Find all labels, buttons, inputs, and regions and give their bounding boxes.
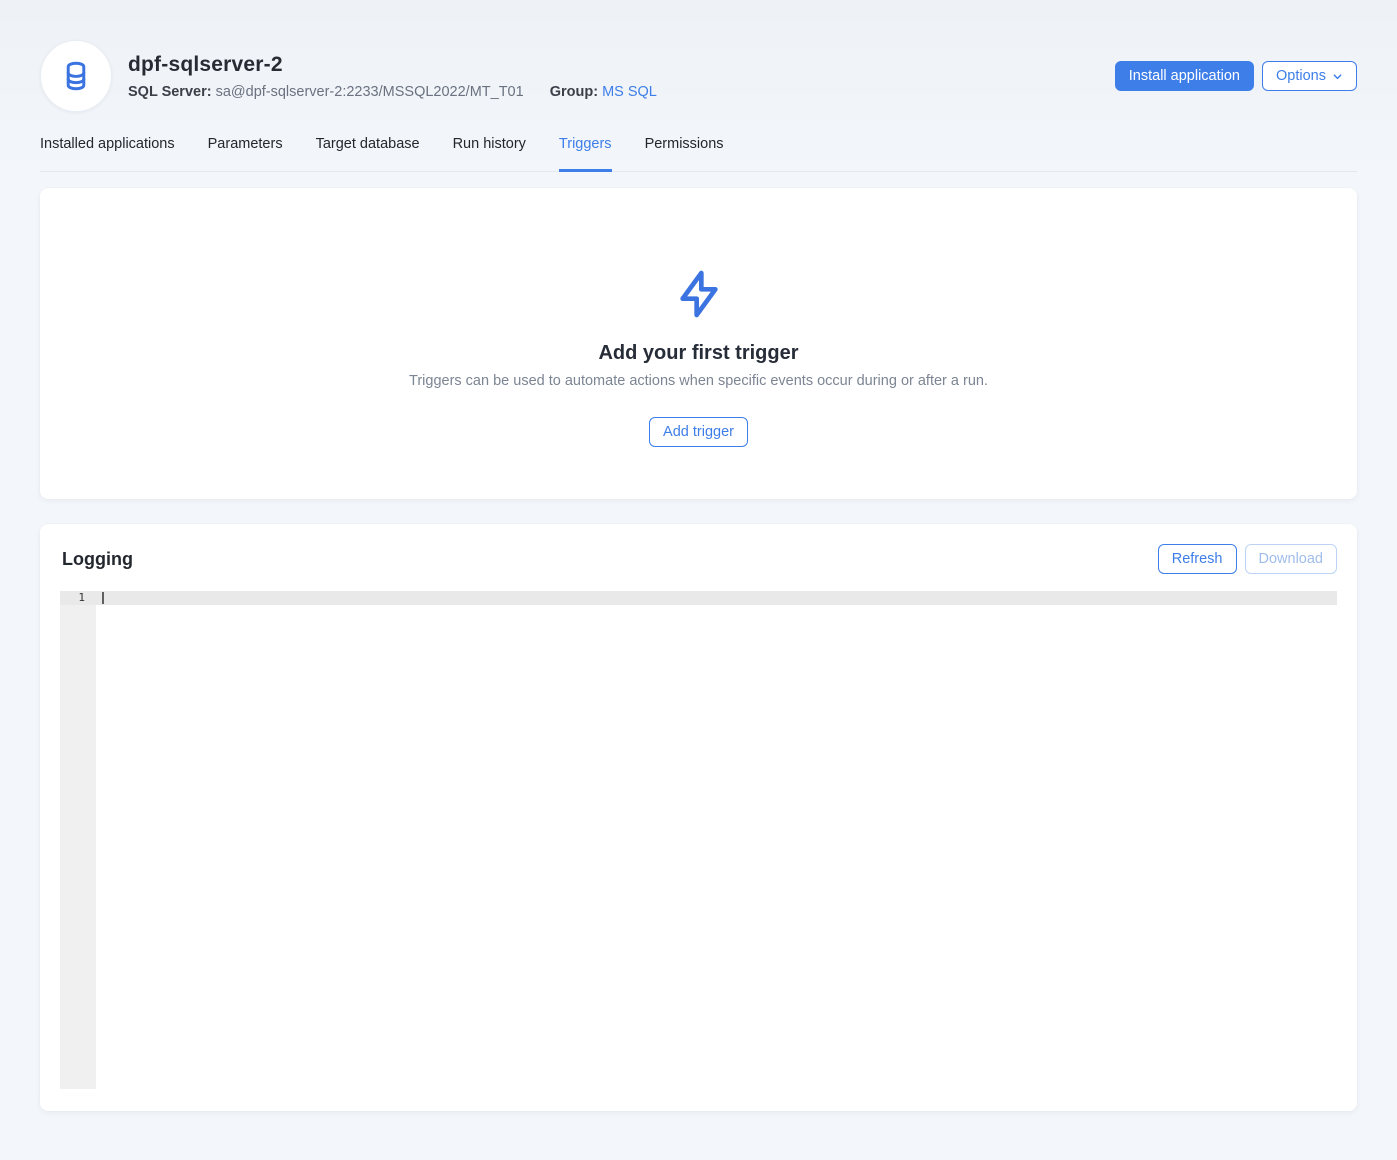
group-link[interactable]: MS SQL (602, 84, 657, 100)
page: dpf-sqlserver-2 SQL Server: sa@dpf-sqlse… (0, 0, 1397, 1111)
logging-title: Logging (60, 549, 133, 570)
chevron-down-icon (1332, 71, 1343, 82)
empty-state-description: Triggers can be used to automate actions… (409, 373, 988, 389)
sql-server-label: SQL Server: (128, 84, 212, 100)
subtitle: SQL Server: sa@dpf-sqlserver-2:2233/MSSQ… (128, 84, 657, 100)
triggers-empty-state-card: Add your first trigger Triggers can be u… (40, 188, 1357, 499)
tab-run-history[interactable]: Run history (453, 136, 526, 172)
refresh-button[interactable]: Refresh (1158, 544, 1237, 574)
editor-line-number: 1 (60, 591, 96, 605)
group-label: Group: (550, 84, 598, 100)
logging-actions: Refresh Download (1158, 544, 1337, 574)
options-button-label: Options (1276, 68, 1326, 84)
log-editor[interactable]: 1 (60, 591, 1337, 1089)
install-application-button[interactable]: Install application (1115, 61, 1254, 91)
app-header: dpf-sqlserver-2 SQL Server: sa@dpf-sqlse… (40, 40, 1357, 112)
avatar (40, 40, 112, 112)
logging-header: Logging Refresh Download (60, 544, 1337, 574)
sql-server-value: sa@dpf-sqlserver-2:2233/MSSQL2022/MT_T01 (216, 84, 524, 100)
tab-parameters[interactable]: Parameters (208, 136, 283, 172)
empty-state-title: Add your first trigger (598, 342, 798, 365)
options-button[interactable]: Options (1262, 61, 1357, 91)
tab-target-database[interactable]: Target database (316, 136, 420, 172)
page-title: dpf-sqlserver-2 (128, 53, 657, 77)
tab-installed-applications[interactable]: Installed applications (40, 136, 175, 172)
database-icon (59, 59, 93, 93)
header-info: dpf-sqlserver-2 SQL Server: sa@dpf-sqlse… (128, 53, 657, 100)
tab-bar: Installed applications Parameters Target… (40, 136, 1357, 172)
editor-gutter (60, 591, 96, 1089)
bolt-icon (671, 266, 727, 322)
tab-permissions[interactable]: Permissions (645, 136, 724, 172)
logging-card: Logging Refresh Download 1 (40, 524, 1357, 1111)
tab-triggers[interactable]: Triggers (559, 136, 612, 172)
editor-content[interactable] (96, 591, 1337, 1089)
download-button[interactable]: Download (1245, 544, 1338, 574)
add-trigger-button[interactable]: Add trigger (649, 417, 748, 447)
header-actions: Install application Options (1115, 61, 1357, 91)
